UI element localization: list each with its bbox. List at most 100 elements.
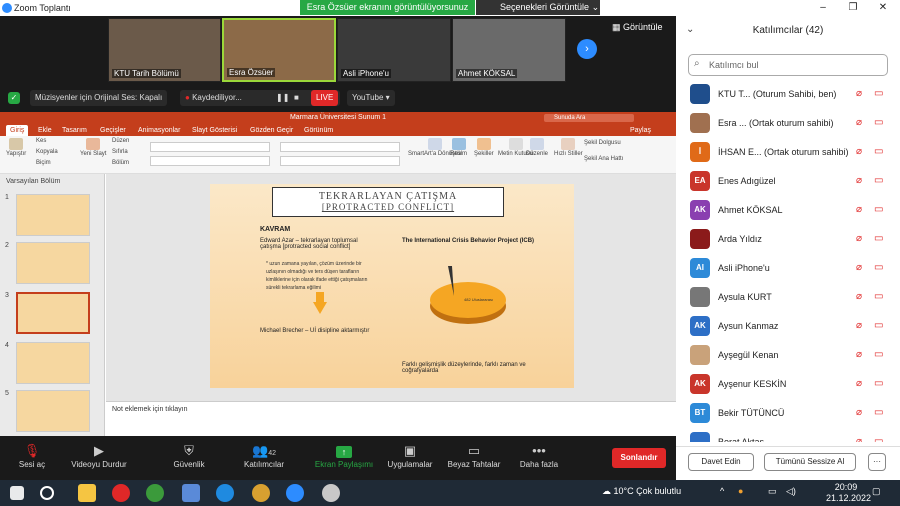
participant-row[interactable]: Ayşegül Kenan ⌀ ▭ [676, 341, 900, 370]
participant-row[interactable]: EA Enes Adıgüzel ⌀ ▭ [676, 167, 900, 196]
shape-outline-button[interactable]: Şekil Ana Hattı [584, 156, 623, 162]
video-tile[interactable]: Asli iPhone'u [337, 18, 451, 82]
mute-all-button[interactable]: Tümünü Sessize Al [764, 453, 856, 471]
view-options-button[interactable]: Seçenekleri Görüntüle ⌄ [476, 0, 600, 15]
next-page-icon[interactable]: › [577, 39, 597, 59]
section-button[interactable]: Bölüm [112, 160, 129, 166]
pie-chart [430, 266, 506, 324]
opera-icon[interactable] [112, 484, 130, 502]
arrange-button[interactable]: Düzenle [526, 138, 548, 157]
weather-widget[interactable]: ☁ 10°C Çok bulutlu [602, 486, 681, 497]
file-explorer-icon[interactable] [78, 484, 96, 502]
tab-review[interactable]: Gözden Geçir [246, 125, 297, 136]
alignment-row[interactable] [280, 156, 400, 166]
participant-row[interactable]: Berat Aktaş ⌀ ▭ [676, 428, 900, 442]
copy-button[interactable]: Kopyala [36, 149, 58, 155]
share-screen-button[interactable]: ↑ Ekran Paylaşımı [310, 442, 378, 469]
avatar: AK [690, 374, 710, 394]
stop-video-button[interactable]: ▶ Videoyu Durdur [64, 442, 134, 469]
participant-row[interactable]: Aysula KURT ⌀ ▭ [676, 283, 900, 312]
pause-icon[interactable]: ❚❚ [276, 90, 289, 106]
view-button[interactable]: ▦ Görüntüle [612, 22, 663, 33]
minimize-icon[interactable]: – [808, 0, 838, 16]
font-style-row[interactable] [150, 156, 270, 166]
participant-row[interactable]: AK Ahmet KÖKSAL ⌀ ▭ [676, 196, 900, 225]
edge-icon[interactable] [216, 484, 234, 502]
participant-search-input[interactable]: Katılımcı bul [688, 54, 888, 76]
shapes-button[interactable]: Şekiller [474, 138, 494, 157]
layout-button[interactable]: Düzen [112, 138, 129, 144]
youtube-dropdown[interactable]: YouTube ▾ [347, 90, 395, 106]
quick-styles-button[interactable]: Hızlı Stiller [554, 138, 583, 157]
calculator-icon[interactable] [182, 484, 200, 502]
tray-chevron-icon[interactable]: ^ [720, 486, 724, 496]
chrome-profile-icon[interactable] [252, 484, 270, 502]
slide-thumb[interactable] [16, 242, 90, 284]
participant-row[interactable]: AI Asli iPhone'u ⌀ ▭ [676, 254, 900, 283]
shield-icon[interactable]: ✓ [8, 92, 20, 104]
more-options-button[interactable]: ··· [868, 453, 886, 471]
clock[interactable]: 20:09 21.12.2022 [826, 482, 871, 504]
slide-thumb[interactable] [16, 194, 90, 236]
participants-icon: 👥42 [252, 443, 276, 458]
participant-row[interactable]: KTU T... (Oturum Sahibi, ben) ⌀ ▭ [676, 80, 900, 109]
new-slide-button[interactable]: Yeni Slayt [80, 138, 106, 157]
more-button[interactable]: ••• Daha fazla [516, 442, 562, 469]
unmute-button[interactable]: 🎙 Sesi aç [10, 442, 54, 469]
share-button[interactable]: Paylaş [626, 125, 655, 136]
chrome-icon[interactable] [146, 484, 164, 502]
whiteboards-button[interactable]: ▭ Beyaz Tahtalar [444, 442, 504, 469]
cut-button[interactable]: Kes [36, 138, 46, 144]
original-sound-toggle[interactable]: Müzisyenler için Orijinal Ses: Kapalı [30, 90, 168, 106]
windows-start-icon[interactable] [10, 486, 24, 500]
volume-icon[interactable]: ◁) [786, 486, 796, 497]
tab-insert[interactable]: Ekle [34, 125, 56, 136]
notes-pane[interactable]: Not eklemek için tıklayın [106, 401, 676, 436]
tab-home[interactable]: Giriş [6, 125, 29, 136]
participant-row[interactable]: Esra ... (Ortak oturum sahibi) ⌀ ▭ [676, 109, 900, 138]
paragraph-row[interactable] [280, 142, 400, 152]
format-painter-button[interactable]: Biçim [36, 160, 51, 166]
ppt-search[interactable]: Sunuda Ara [544, 114, 634, 122]
slide-thumb[interactable] [16, 390, 90, 432]
participant-name: Asli iPhone'u [718, 263, 770, 273]
picture-button[interactable]: Resim [450, 138, 467, 157]
alert-icon[interactable]: ● [738, 486, 743, 496]
zoom-taskbar-icon[interactable] [286, 484, 304, 502]
participant-row[interactable]: Arda Yıldız ⌀ ▭ [676, 225, 900, 254]
tab-slideshow[interactable]: Slayt Gösterisi [188, 125, 241, 136]
participant-row[interactable]: BT Bekir TÜTÜNCÜ ⌀ ▭ [676, 399, 900, 428]
slide-thumb[interactable] [16, 342, 90, 384]
video-tile[interactable]: Esra Özsüer [222, 18, 336, 82]
participant-row[interactable]: AK Aysun Kanmaz ⌀ ▭ [676, 312, 900, 341]
tab-transitions[interactable]: Geçişler [96, 125, 130, 136]
paste-button[interactable]: Yapıştır [6, 138, 26, 157]
apps-button[interactable]: ▣ Uygulamalar [382, 442, 438, 469]
security-button[interactable]: ⛨ Güvenlik [166, 442, 212, 469]
shape-fill-button[interactable]: Şekil Dolgusu [584, 140, 621, 146]
tab-design[interactable]: Tasarım [58, 125, 91, 136]
video-tile[interactable]: Ahmet KÖKSAL [452, 18, 566, 82]
video-tile[interactable]: KTU Tarih Bölümü [108, 18, 221, 82]
network-icon[interactable]: ▭ [768, 486, 777, 497]
video-off-icon: ▭ [874, 320, 884, 331]
participants-button[interactable]: 👥42 Katılımcılar [238, 442, 290, 469]
close-icon[interactable]: ✕ [868, 0, 898, 16]
stop-icon[interactable]: ■ [294, 90, 299, 106]
invite-button[interactable]: Davet Edin [688, 453, 754, 471]
tab-animations[interactable]: Animasyonlar [134, 125, 184, 136]
search-icon[interactable] [40, 486, 54, 500]
slide-thumb-selected[interactable] [16, 292, 90, 334]
share-banner: Esra Özsüer ekranını görüntülüyorsunuz [300, 0, 475, 15]
restore-icon[interactable]: ❐ [838, 0, 868, 16]
reset-button[interactable]: Sıfırla [112, 149, 128, 155]
slide[interactable]: TEKRARLAYAN ÇATIŞMA [PROTRACTED CONFLICT… [210, 184, 574, 388]
tab-view[interactable]: Görünüm [300, 125, 337, 136]
notification-icon[interactable]: ▢ [872, 486, 881, 497]
paint-icon[interactable] [322, 484, 340, 502]
paste-label: Yapıştır [6, 151, 27, 157]
font-family-select[interactable] [150, 142, 270, 152]
participant-row[interactable]: İ İHSAN E... (Ortak oturum sahibi) ⌀ ▭ [676, 138, 900, 167]
end-meeting-button[interactable]: Sonlandır [612, 448, 666, 468]
participant-row[interactable]: AK Ayşenur KESKİN ⌀ ▭ [676, 370, 900, 399]
